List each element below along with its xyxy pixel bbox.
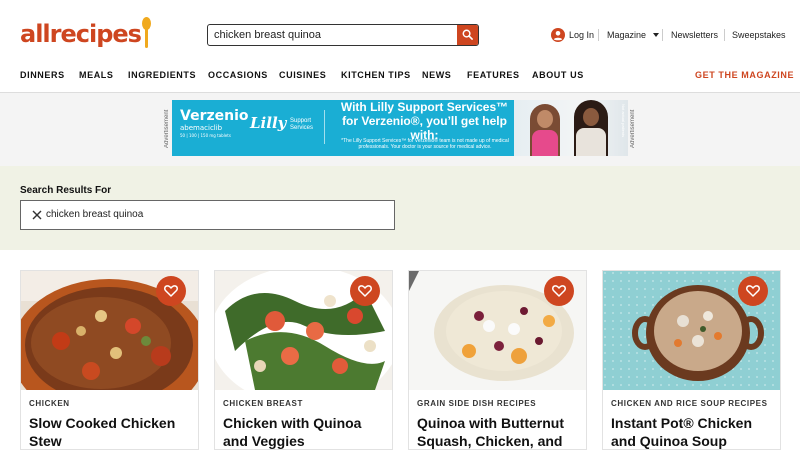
ad-side-note: Not actual patients: [621, 104, 626, 138]
recipe-card[interactable]: CHICKEN Slow Cooked Chicken Stew: [20, 270, 199, 450]
site-header: allrecipes chicken breast quinoa Log In …: [0, 0, 800, 93]
nav-item-dinners[interactable]: DINNERS: [20, 69, 65, 81]
recipe-card[interactable]: CHICKEN AND RICE SOUP RECIPES Instant Po…: [602, 270, 781, 450]
card-category[interactable]: CHICKEN: [29, 399, 70, 409]
caret-down-icon: [653, 33, 660, 37]
nav-item-meals[interactable]: MEALS: [79, 69, 114, 81]
heart-icon: [746, 285, 760, 297]
card-title[interactable]: Slow Cooked Chicken Stew: [29, 414, 194, 449]
login-link[interactable]: Log In: [551, 27, 594, 43]
divider: [724, 29, 725, 41]
lilly-logo: Lilly: [250, 114, 287, 132]
ad-label: Advertisement: [630, 109, 636, 149]
recipe-card[interactable]: CHICKEN BREAST Chicken with Quinoa and V…: [214, 270, 393, 450]
heart-icon: [164, 285, 178, 297]
search-results-label: Search Results For: [20, 185, 112, 196]
heart-icon: [552, 285, 566, 297]
save-heart-button[interactable]: [738, 276, 768, 306]
get-the-magazine-link[interactable]: GET THE MAGAZINE: [695, 69, 794, 81]
card-category[interactable]: CHICKEN AND RICE SOUP RECIPES: [611, 399, 768, 409]
save-heart-button[interactable]: [350, 276, 380, 306]
ad-disclaimer: *The Lilly Support Services™ for Verzeni…: [341, 138, 509, 150]
nav-item-features[interactable]: FEATURES: [467, 69, 520, 81]
divider: [598, 29, 599, 41]
clear-icon[interactable]: [32, 210, 42, 220]
search-button[interactable]: [457, 25, 478, 45]
nav-item-occasions[interactable]: OCCASIONS: [208, 69, 268, 81]
sweepstakes-link[interactable]: Sweepstakes: [732, 27, 786, 43]
magazine-label: Magazine: [607, 30, 647, 40]
card-title[interactable]: Chicken with Quinoa and Veggies: [223, 414, 388, 449]
search-box[interactable]: chicken breast quinoa: [207, 24, 479, 46]
ad-brand-sub: abemaciclib: [180, 124, 223, 132]
magazine-menu[interactable]: Magazine: [607, 27, 660, 43]
results-search-field[interactable]: chicken breast quinoa: [20, 200, 395, 230]
user-icon: [551, 28, 565, 42]
nav-item-ingredients[interactable]: INGREDIENTS: [128, 69, 196, 81]
ad-photo: Not actual patients: [514, 100, 628, 156]
logo-text: allrecipes: [20, 20, 142, 48]
card-title[interactable]: Instant Pot® Chicken and Quinoa Soup: [611, 414, 776, 449]
advertisement-banner[interactable]: Verzenio abemaciclib 50 | 100 | 150 mg t…: [172, 100, 628, 156]
card-title[interactable]: Quinoa with Butternut Squash, Chicken, a…: [417, 414, 582, 449]
search-icon: [462, 29, 473, 40]
save-heart-button[interactable]: [156, 276, 186, 306]
heart-icon: [358, 285, 372, 297]
search-input[interactable]: chicken breast quinoa: [214, 25, 321, 45]
nav-item-cuisines[interactable]: CUISINES: [279, 69, 326, 81]
nav-item-kitchen-tips[interactable]: KITCHEN TIPS: [341, 69, 411, 81]
ad-label: Advertisement: [164, 109, 170, 149]
allrecipes-logo[interactable]: allrecipes: [20, 17, 151, 51]
save-heart-button[interactable]: [544, 276, 574, 306]
card-category[interactable]: CHICKEN BREAST: [223, 399, 303, 409]
login-label: Log In: [569, 30, 595, 40]
nav-item-about-us[interactable]: ABOUT US: [532, 69, 584, 81]
ad-brand-name: Verzenio: [180, 108, 249, 124]
ad-divider: [324, 110, 325, 144]
nav-item-news[interactable]: NEWS: [422, 69, 451, 81]
ad-headline: With Lilly Support Services™ for Verzeni…: [340, 100, 509, 142]
newsletters-link[interactable]: Newsletters: [671, 27, 718, 43]
card-category[interactable]: GRAIN SIDE DISH RECIPES: [417, 399, 536, 409]
spoon-icon: [141, 17, 151, 51]
divider: [662, 29, 663, 41]
results-search-value[interactable]: chicken breast quinoa: [46, 201, 143, 229]
recipe-card[interactable]: GRAIN SIDE DISH RECIPES Quinoa with Butt…: [408, 270, 587, 450]
ad-support-text: Support Services: [290, 118, 314, 131]
ad-brand: Verzenio abemaciclib 50 | 100 | 150 mg t…: [180, 108, 249, 139]
ad-brand-fine: 50 | 100 | 150 mg tablets: [180, 133, 231, 138]
